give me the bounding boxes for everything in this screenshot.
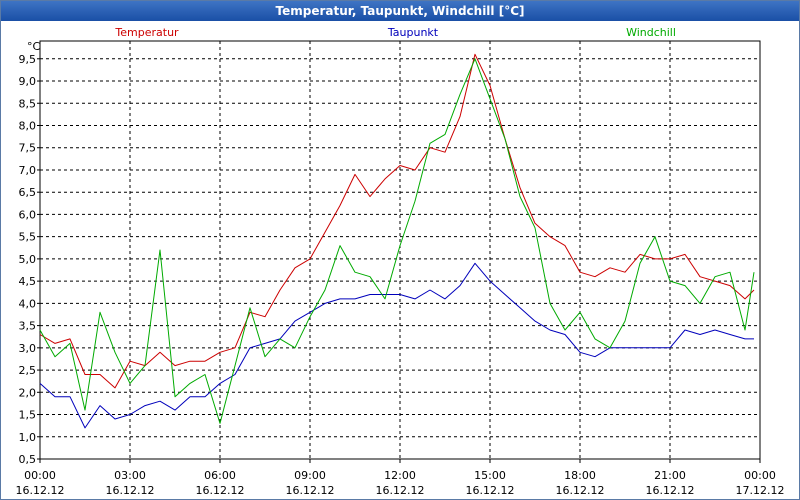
y-tick-label: 4,0 <box>19 297 37 310</box>
y-tick-label: 6,5 <box>19 186 37 199</box>
y-tick-label: 2,0 <box>19 386 37 399</box>
series-line-windchill <box>39 58 755 424</box>
x-tick-date: 16.12.12 <box>286 484 335 497</box>
x-tick-time: 06:00 <box>204 469 236 482</box>
series-line-temperatur <box>39 53 755 389</box>
y-tick-label: 9,5 <box>19 53 37 66</box>
x-tick-date: 17.12.12 <box>736 484 785 497</box>
y-tick-label: 8,0 <box>19 119 37 132</box>
y-tick-label: 4,5 <box>19 275 37 288</box>
legend-item-windchill: Windchill <box>626 26 676 39</box>
x-tick-labels: 00:00 16.12.12 03:00 16.12.12 06:00 16.12.12 0… <box>16 469 785 497</box>
x-tick-time: 15:00 <box>474 469 506 482</box>
y-tick-label: 1,5 <box>19 409 37 422</box>
y-tick-label: 5,0 <box>19 253 37 266</box>
series-lines <box>39 53 755 429</box>
y-tick-label: 6,0 <box>19 208 37 221</box>
y-tick-label: 7,0 <box>19 164 37 177</box>
y-tick-label: 9,0 <box>19 75 37 88</box>
y-tick-label: 2,5 <box>19 364 37 377</box>
x-tick-date: 16.12.12 <box>466 484 515 497</box>
legend-item-temperatur: Temperatur <box>114 26 179 39</box>
y-tick-label: 8,5 <box>19 97 37 110</box>
x-tick-date: 16.12.12 <box>16 484 65 497</box>
x-tick-time: 00:00 <box>24 469 56 482</box>
x-tick-date: 16.12.12 <box>556 484 605 497</box>
x-tick-date: 16.12.12 <box>196 484 245 497</box>
x-tick-time: 09:00 <box>294 469 326 482</box>
y-tick-label: 1,0 <box>19 431 37 444</box>
legend: Temperatur Taupunkt Windchill <box>114 26 676 39</box>
y-tick-label: 3,5 <box>19 320 37 333</box>
x-tick-time: 12:00 <box>384 469 416 482</box>
x-tick-time: 21:00 <box>654 469 686 482</box>
x-tick-date: 16.12.12 <box>106 484 155 497</box>
y-axis-label: °C <box>27 40 41 53</box>
x-tick-date: 16.12.12 <box>376 484 425 497</box>
y-tick-label: 7,5 <box>19 142 37 155</box>
x-tick-date: 16.12.12 <box>646 484 695 497</box>
x-tick-time: 00:00 <box>744 469 776 482</box>
legend-item-taupunkt: Taupunkt <box>387 26 439 39</box>
x-tick-time: 03:00 <box>114 469 146 482</box>
line-chart: °C 0,5 1,0 1,5 2,0 2,5 3,0 3,5 4,0 4,5 5,0 5,5 6,0 6… <box>16 26 785 497</box>
x-tick-time: 18:00 <box>564 469 596 482</box>
y-tick-label: 3,0 <box>19 342 37 355</box>
y-tick-label: 5,5 <box>19 231 37 244</box>
y-tick-label: 0,5 <box>19 453 37 466</box>
y-tick-labels: 0,5 1,0 1,5 2,0 2,5 3,0 3,5 4,0 4,5 5,0 5,5 6,0 6,5 7… <box>19 53 37 466</box>
